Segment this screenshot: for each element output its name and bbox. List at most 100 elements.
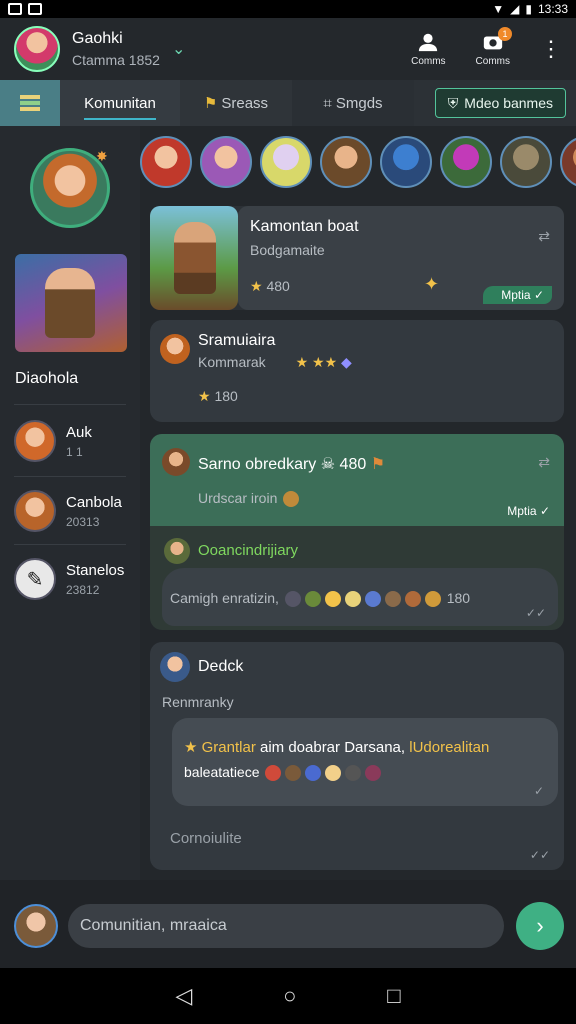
- sidebar-item-count: 23812: [66, 582, 100, 597]
- verified-label: Mptia: [501, 288, 531, 302]
- shield-icon: ⛨: [447, 94, 459, 111]
- divider: [14, 544, 126, 545]
- sidebar-item-canbola[interactable]: Canbola 20313: [14, 478, 130, 544]
- recents-icon[interactable]: □: [387, 983, 400, 1009]
- reply-bubble: Camigh enratizin, 180 ✓✓: [162, 568, 558, 626]
- read-receipt-icon: ✓: [533, 784, 544, 798]
- post-subtitle: Renmranky: [162, 694, 234, 710]
- status-bar: ▼ ◢ ▮ 13:33: [0, 0, 576, 18]
- tag-icon: ⚑: [203, 95, 218, 112]
- header-subtitle: Ctamma 1852: [72, 52, 160, 68]
- back-icon[interactable]: ◁: [175, 983, 192, 1009]
- star-icon: ★: [198, 388, 211, 404]
- divider: [14, 404, 126, 405]
- verified-label: Mptia: [507, 504, 537, 518]
- star-icon: ★: [250, 278, 263, 294]
- share-icon[interactable]: ⇄: [538, 228, 550, 245]
- video-banners-label: Mdeo banmes: [464, 95, 553, 111]
- quote-highlight: Grantlar: [201, 739, 256, 756]
- status-star-icon: ✸: [96, 148, 108, 164]
- tab-sreass[interactable]: ⚑ Sreass: [180, 80, 292, 126]
- post-subtitle: Kommarak: [198, 354, 266, 370]
- post-title: Dedck: [198, 658, 244, 675]
- divider: [14, 476, 126, 477]
- sidebar-item-stanelos[interactable]: ✎ Stanelos 23812: [14, 546, 130, 612]
- post-card-highlight[interactable]: Sarno obredkary ☠ 480 ⚑ Urdscar iroin ⇄ …: [150, 434, 564, 630]
- quote-highlight-2: lUdorealitan: [409, 739, 490, 756]
- my-avatar[interactable]: [14, 904, 58, 948]
- avatar: [14, 490, 56, 532]
- profile-name: Diaohola: [15, 370, 79, 387]
- header-avatar[interactable]: [14, 26, 60, 72]
- header-titles: Gaohki Ctamma 1852: [72, 30, 160, 68]
- video-banners-button[interactable]: ⛨ Mdeo banmes: [434, 88, 566, 118]
- sidebar-item-name: Stanelos: [66, 561, 125, 579]
- story-avatar[interactable]: [260, 136, 312, 188]
- quote-bubble: ★ Grantlar aim doabrar Darsana, lUdoreal…: [172, 718, 558, 806]
- person-icon: [419, 33, 438, 52]
- tab-komunitan[interactable]: Komunitan: [60, 80, 180, 126]
- post-score: 480: [266, 278, 290, 294]
- story-avatar[interactable]: [500, 136, 552, 188]
- story-avatar[interactable]: [440, 136, 492, 188]
- gallery-notification-icon: [28, 3, 42, 15]
- post-header: Sarno obredkary ☠ 480 ⚑ Urdscar iroin ⇄ …: [150, 434, 564, 526]
- post-card[interactable]: Dedck Renmranky ★ Grantlar aim doabrar D…: [150, 642, 564, 870]
- tab-smgds[interactable]: ⌗ Smgds: [292, 80, 414, 126]
- story-avatar[interactable]: [320, 136, 372, 188]
- post-body: Kamontan boat Bodgamaite ★ 480 ✦ ⇄ Mptia…: [238, 206, 564, 310]
- sidebar-item-name: Canbola: [66, 493, 122, 511]
- avatar: [14, 420, 56, 462]
- sidebar: ✸ Diaohola Auk 1 1 Canbola 20313 ✎ Stanelo…: [0, 126, 140, 880]
- sidebar-item-auk[interactable]: Auk 1 1: [14, 408, 130, 474]
- home-icon[interactable]: ○: [283, 983, 296, 1009]
- sidebar-item-count: 20313: [66, 514, 100, 529]
- tab-bar: Komunitan ⚑ Sreass ⌗ Smgds ⛨ Mdeo banmes: [0, 80, 576, 126]
- comms-button[interactable]: Comms: [411, 31, 446, 67]
- message-input[interactable]: Comunitian, mraaica: [68, 904, 504, 948]
- post-image: [150, 206, 238, 310]
- post-score: 480: [339, 456, 367, 473]
- emoji-row: [263, 764, 383, 782]
- verified-tag: Mptia ✓: [507, 504, 550, 518]
- battery-icon: ▮: [525, 2, 532, 16]
- wifi-icon: ▼: [492, 2, 505, 16]
- quote-text-2: baleatatiece: [184, 764, 260, 780]
- send-button[interactable]: ›: [516, 902, 564, 950]
- tab-sreass-label: Sreass: [221, 94, 269, 112]
- signal-icon: ◢: [510, 2, 520, 16]
- sidebar-item-count: 1 1: [66, 444, 83, 459]
- profile-banner-image[interactable]: [15, 254, 127, 352]
- app-notification-icon: [8, 3, 22, 15]
- camera-label: Comms: [475, 56, 510, 67]
- post-subtitle: Urdscar iroin: [198, 490, 301, 508]
- post-title: Kamontan boat: [250, 218, 359, 235]
- avatar: [164, 538, 190, 564]
- story-avatar[interactable]: [200, 136, 252, 188]
- app-bar: Gaohki Ctamma 1852 ⌄ Comms 1 Comms ⋮: [0, 18, 576, 80]
- avatar: [162, 448, 190, 476]
- camera-button[interactable]: 1 Comms: [475, 27, 512, 67]
- comms-label: Comms: [411, 56, 446, 67]
- emoji-icon: [283, 491, 300, 508]
- post-card[interactable]: Kamontan boat Bodgamaite ★ 480 ✦ ⇄ Mptia…: [150, 206, 564, 310]
- stars-icon: ★ ★★: [295, 354, 338, 370]
- star-icon: ★: [184, 739, 198, 756]
- stories-row: [140, 136, 576, 192]
- send-icon: ›: [536, 913, 544, 938]
- reply-text: Camigh enratizin,: [170, 590, 279, 606]
- post-footer: Cornoiulite: [170, 830, 242, 847]
- story-avatar[interactable]: [140, 136, 192, 188]
- gem-icon: ◆: [341, 354, 352, 370]
- chevron-down-icon[interactable]: ⌄: [172, 39, 185, 59]
- post-subtitle: Bodgamaite: [250, 242, 325, 258]
- emoji-row: [283, 590, 443, 608]
- feed: Kamontan boat Bodgamaite ★ 480 ✦ ⇄ Mptia…: [140, 126, 576, 880]
- post-card[interactable]: Sramuiaira Kommarak ★ ★★ ◆ ★ 180: [150, 320, 564, 422]
- trophy-icon: ✦: [424, 274, 440, 294]
- share-icon[interactable]: ⇄: [538, 454, 550, 471]
- story-avatar[interactable]: [560, 136, 576, 188]
- more-options-icon[interactable]: ⋮: [540, 38, 562, 60]
- story-avatar[interactable]: [380, 136, 432, 188]
- books-icon[interactable]: [0, 80, 60, 126]
